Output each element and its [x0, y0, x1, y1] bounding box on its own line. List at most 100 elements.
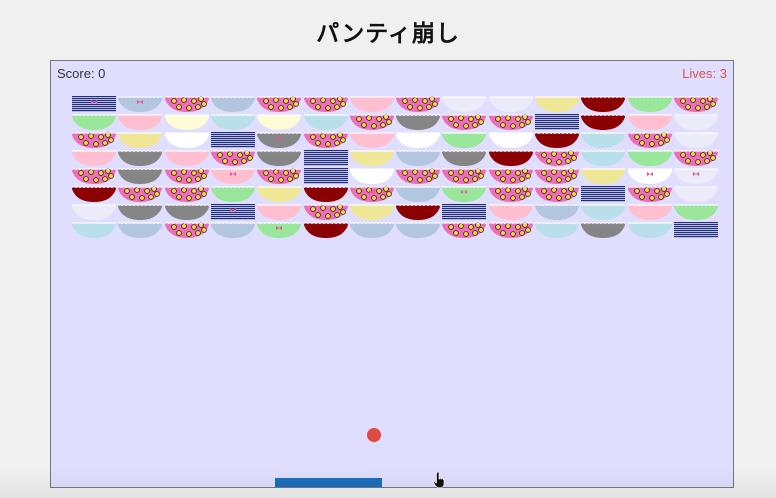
panty-brick [118, 204, 163, 220]
panty-brick [257, 186, 302, 202]
panty-brick [257, 222, 302, 238]
panty-brick [535, 114, 579, 130]
panty-brick [303, 132, 348, 148]
panty-brick [581, 114, 626, 130]
panty-brick [673, 222, 718, 238]
panty-brick [349, 168, 394, 184]
paddle[interactable] [275, 478, 382, 487]
ball [367, 428, 381, 442]
panty-brick [257, 204, 302, 220]
panty-brick [581, 186, 626, 202]
panty-brick [673, 204, 718, 220]
panty-brick [118, 132, 163, 148]
panty-brick [72, 168, 116, 184]
game-canvas[interactable]: Score: 0 Lives: 3 [50, 60, 734, 488]
panty-brick [396, 132, 441, 148]
panty-brick [396, 204, 441, 220]
panty-brick [303, 186, 348, 202]
panty-brick [164, 150, 209, 166]
panty-brick [118, 150, 163, 166]
panty-brick [164, 96, 209, 112]
panty-brick [581, 222, 626, 238]
panty-brick [164, 114, 209, 130]
panty-brick [627, 186, 672, 202]
panty-brick [627, 204, 672, 220]
panty-brick [118, 168, 163, 184]
panty-brick [349, 222, 394, 238]
panty-brick [442, 204, 487, 220]
panty-brick [581, 132, 626, 148]
panty-brick [488, 204, 533, 220]
panty-brick [488, 186, 533, 202]
panty-brick [396, 222, 441, 238]
panty-brick [257, 114, 302, 130]
panty-brick [673, 168, 718, 184]
panty-brick [442, 114, 487, 130]
panty-brick [627, 114, 672, 130]
panty-brick [210, 150, 255, 166]
panty-brick [72, 132, 116, 148]
panty-brick [488, 150, 533, 166]
brick-grid [51, 61, 733, 487]
panty-brick [118, 186, 163, 202]
panty-brick [164, 186, 209, 202]
panty-brick [581, 150, 626, 166]
panty-brick [72, 114, 116, 130]
panty-brick [164, 168, 209, 184]
panty-brick [396, 186, 441, 202]
panty-brick [581, 204, 626, 220]
panty-brick [257, 168, 302, 184]
panty-brick [673, 114, 718, 130]
panty-brick [442, 222, 487, 238]
panty-brick [118, 222, 163, 238]
panty-brick [535, 222, 579, 238]
panty-brick [118, 96, 163, 112]
panty-brick [349, 186, 394, 202]
panty-brick [535, 168, 579, 184]
panty-brick [535, 186, 579, 202]
panty-brick [442, 150, 487, 166]
panty-brick [581, 96, 626, 112]
panty-brick [581, 168, 626, 184]
panty-brick [72, 222, 116, 238]
panty-brick [303, 204, 348, 220]
panty-brick [303, 150, 348, 166]
panty-brick [303, 114, 348, 130]
panty-brick [488, 114, 533, 130]
hand-pointer-icon [433, 472, 445, 488]
panty-brick [164, 204, 209, 220]
panty-brick [349, 132, 394, 148]
panty-brick [257, 150, 302, 166]
panty-brick [164, 222, 209, 238]
panty-brick [396, 150, 441, 166]
panty-brick [396, 114, 441, 130]
panty-brick [442, 168, 487, 184]
panty-brick [72, 150, 116, 166]
panty-brick [442, 132, 487, 148]
panty-brick [210, 222, 255, 238]
panty-brick [349, 204, 394, 220]
panty-brick [257, 132, 302, 148]
panty-brick [303, 222, 348, 238]
panty-brick [210, 186, 255, 202]
panty-brick [396, 168, 441, 184]
panty-brick [72, 96, 116, 112]
panty-brick [72, 204, 116, 220]
panty-brick [488, 96, 533, 112]
panty-brick [488, 168, 533, 184]
panty-brick [673, 132, 718, 148]
panty-brick [673, 150, 718, 166]
panty-brick [627, 96, 672, 112]
panty-brick [164, 132, 209, 148]
game-title: パンティ崩し [316, 21, 460, 47]
panty-brick [72, 186, 116, 202]
panty-brick [210, 96, 255, 112]
panty-brick [627, 132, 672, 148]
panty-brick [627, 168, 672, 184]
panty-brick [210, 204, 255, 220]
panty-brick [535, 132, 579, 148]
panty-brick [627, 150, 672, 166]
panty-brick [442, 96, 487, 112]
panty-brick [535, 96, 579, 112]
panty-brick [488, 222, 533, 238]
